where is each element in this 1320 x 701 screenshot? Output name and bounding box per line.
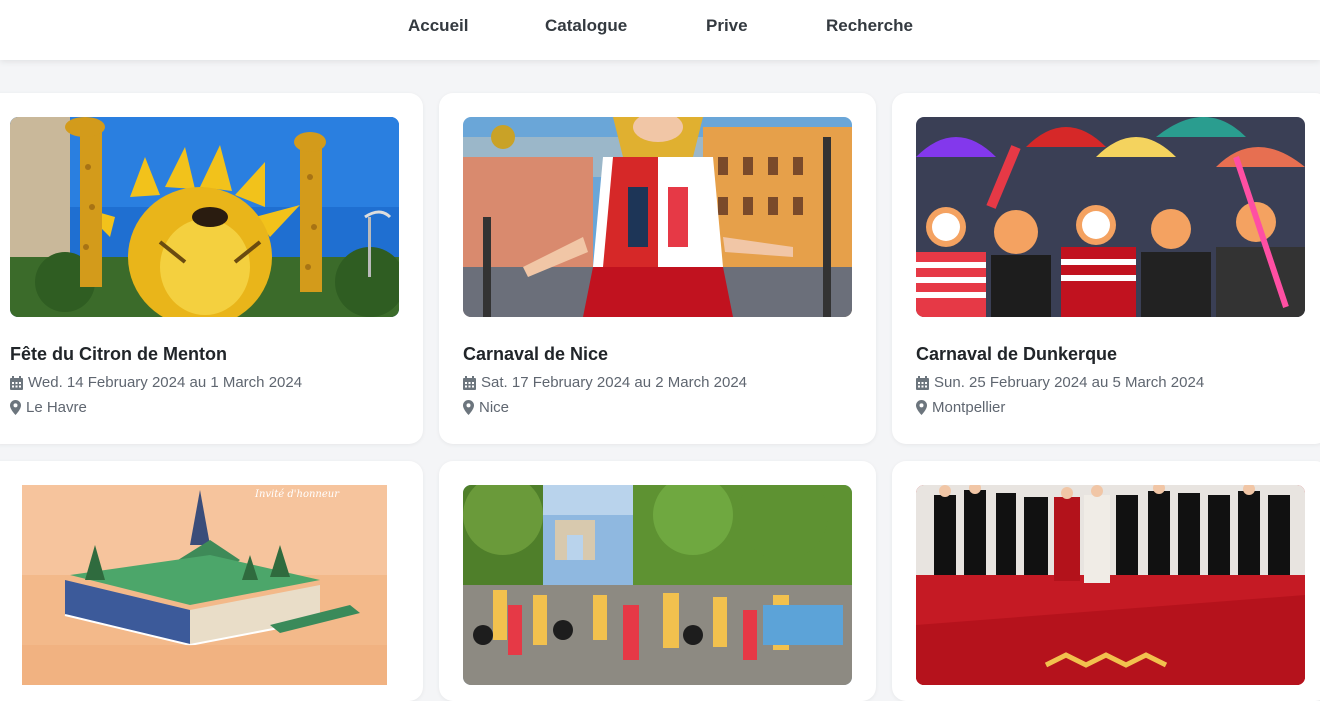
event-date-text: Wed. 14 February 2024 au 1 March 2024 [28, 374, 303, 391]
event-location-text: Montpellier [932, 399, 1006, 416]
nav-link-accueil[interactable]: Accueil [408, 16, 468, 36]
book-eiffel-poster-image: Invité d'honneur [10, 485, 399, 685]
costumed-crowd-image [916, 117, 1305, 317]
event-image[interactable] [10, 117, 399, 317]
event-card[interactable]: Invité d'honneur [0, 461, 423, 701]
event-image[interactable]: Invité d'honneur [10, 485, 399, 685]
event-location-text: Le Havre [26, 399, 87, 416]
nav-link-prive[interactable]: Prive [706, 16, 748, 36]
event-image[interactable] [463, 117, 852, 317]
event-location: Montpellier [916, 399, 1005, 416]
event-date-text: Sat. 17 February 2024 au 2 March 2024 [481, 374, 748, 391]
event-title[interactable]: Carnaval de Nice [463, 344, 608, 365]
champs-elysees-parade-image [463, 485, 852, 685]
calendar-icon [916, 375, 929, 390]
event-date: Sun. 25 February 2024 au 5 March 2024 [916, 374, 1204, 391]
red-carpet-image [916, 485, 1305, 685]
event-title[interactable]: Carnaval de Dunkerque [916, 344, 1117, 365]
event-location-text: Nice [479, 399, 510, 416]
event-card[interactable]: Carnaval de Nice Sat. 17 February 2024 a… [439, 93, 876, 444]
event-card[interactable]: Carnaval de Dunkerque Sun. 25 February 2… [892, 93, 1320, 444]
map-marker-icon [916, 400, 927, 415]
map-marker-icon [463, 400, 474, 415]
calendar-icon [10, 375, 23, 390]
event-date: Sat. 17 February 2024 au 2 March 2024 [463, 374, 747, 391]
event-image[interactable] [463, 485, 852, 685]
carnival-jester-float-image [463, 117, 852, 317]
calendar-icon [463, 375, 476, 390]
event-image[interactable] [916, 485, 1305, 685]
event-date-text: Sun. 25 February 2024 au 5 March 2024 [934, 374, 1205, 391]
event-card[interactable] [439, 461, 876, 701]
event-location: Le Havre [10, 399, 87, 416]
nav-link-catalogue[interactable]: Catalogue [545, 16, 627, 36]
event-card[interactable] [892, 461, 1320, 701]
poster-caption: Invité d'honneur [254, 489, 340, 500]
event-title[interactable]: Fête du Citron de Menton [10, 344, 227, 365]
event-date: Wed. 14 February 2024 au 1 March 2024 [10, 374, 302, 391]
event-card[interactable]: Fête du Citron de Menton Wed. 14 Februar… [0, 93, 423, 444]
event-image[interactable] [916, 117, 1305, 317]
nav-link-recherche[interactable]: Recherche [826, 16, 913, 36]
map-marker-icon [10, 400, 21, 415]
top-navbar: Accueil Catalogue Prive Recherche [0, 0, 1320, 60]
event-location: Nice [463, 399, 509, 416]
lemon-lion-giraffe-image [10, 117, 399, 317]
